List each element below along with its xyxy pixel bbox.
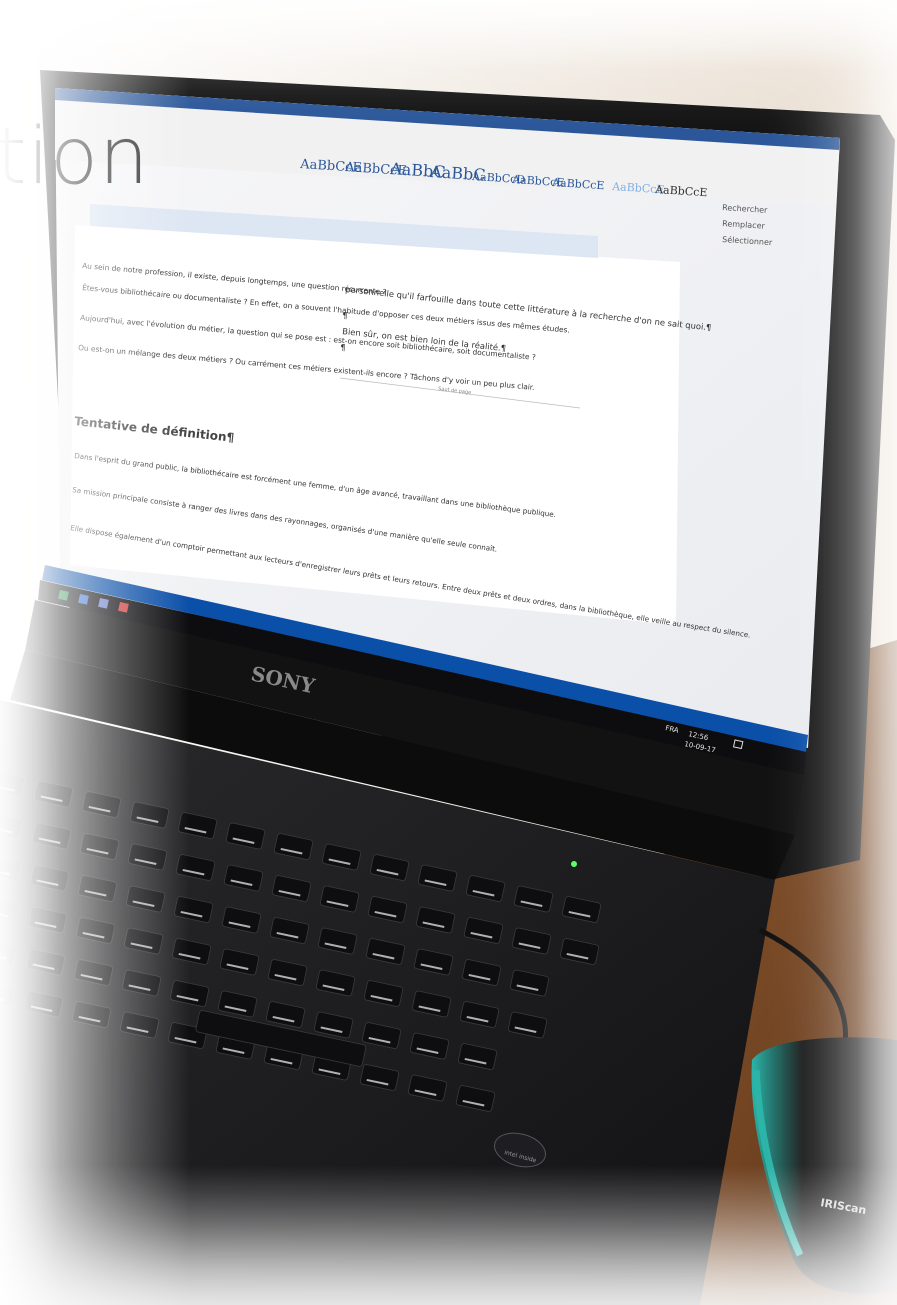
slide-heading-fragment: tion: [0, 112, 150, 202]
power-led: [571, 861, 577, 867]
app-icon[interactable]: [98, 597, 109, 609]
photo-stage: AaBbCcE AaBbCcE AaBbC AaBbC AaBbCcD AaBb…: [0, 0, 897, 1305]
app-icon[interactable]: [78, 594, 89, 605]
app-icon[interactable]: [58, 589, 69, 601]
app-icon[interactable]: [118, 602, 129, 613]
paragraph: ¶: [342, 310, 348, 321]
paragraph: ¶: [340, 342, 346, 353]
